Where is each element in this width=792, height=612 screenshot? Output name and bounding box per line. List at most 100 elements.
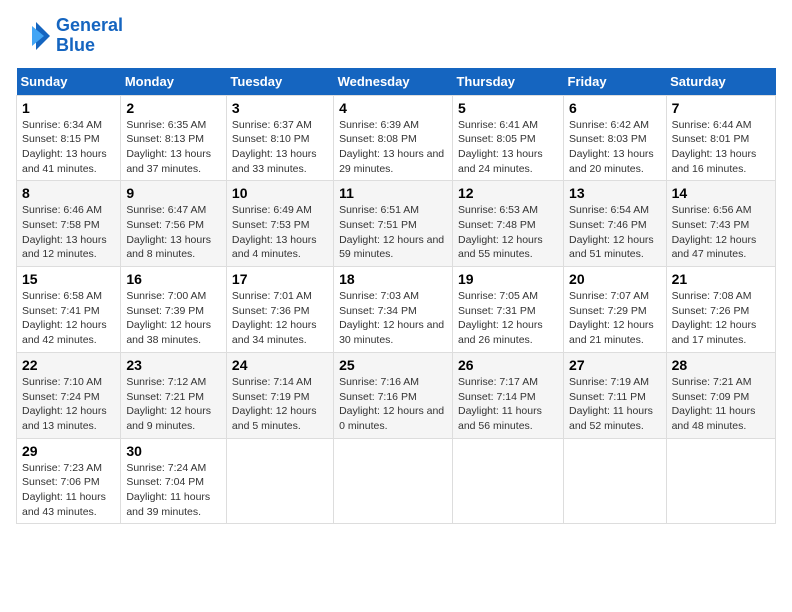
day-number: 15 — [22, 271, 115, 287]
day-info: Sunrise: 6:56 AMSunset: 7:43 PMDaylight:… — [672, 203, 770, 262]
day-info: Sunrise: 7:05 AMSunset: 7:31 PMDaylight:… — [458, 289, 558, 348]
day-cell: 12Sunrise: 6:53 AMSunset: 7:48 PMDayligh… — [452, 181, 563, 267]
day-cell: 20 Sunrise: 7:07 AMSunset: 7:29 PMDayligh… — [564, 267, 667, 353]
day-cell: 26 Sunrise: 7:17 AMSunset: 7:14 PMDayligh… — [452, 352, 563, 438]
day-info: Sunrise: 6:49 AMSunset: 7:53 PMDaylight:… — [232, 203, 328, 262]
day-info: Sunrise: 7:24 AMSunset: 7:04 PMDaylight:… — [126, 461, 221, 520]
day-info: Sunrise: 6:58 AMSunset: 7:41 PMDaylight:… — [22, 289, 115, 348]
day-number: 24 — [232, 357, 328, 373]
day-info: Sunrise: 7:10 AMSunset: 7:24 PMDaylight:… — [22, 375, 115, 434]
week-row-3: 15 Sunrise: 6:58 AMSunset: 7:41 PMDayligh… — [17, 267, 776, 353]
col-tuesday: Tuesday — [226, 68, 333, 96]
day-cell: 16Sunrise: 7:00 AMSunset: 7:39 PMDayligh… — [121, 267, 227, 353]
day-info: Sunrise: 6:39 AMSunset: 8:08 PMDaylight:… — [339, 118, 447, 177]
day-info: Sunrise: 7:07 AMSunset: 7:29 PMDaylight:… — [569, 289, 661, 348]
day-cell: 8Sunrise: 6:46 AMSunset: 7:58 PMDaylight… — [17, 181, 121, 267]
day-cell: 30 Sunrise: 7:24 AMSunset: 7:04 PMDayligh… — [121, 438, 227, 524]
logo-text: General Blue — [56, 16, 123, 56]
day-info: Sunrise: 6:41 AMSunset: 8:05 PMDaylight:… — [458, 118, 558, 177]
day-number: 25 — [339, 357, 447, 373]
day-number: 6 — [569, 100, 661, 116]
col-sunday: Sunday — [17, 68, 121, 96]
col-monday: Monday — [121, 68, 227, 96]
header: General Blue — [16, 16, 776, 56]
day-cell — [564, 438, 667, 524]
header-row: Sunday Monday Tuesday Wednesday Thursday… — [17, 68, 776, 96]
day-info: Sunrise: 7:17 AMSunset: 7:14 PMDaylight:… — [458, 375, 558, 434]
day-info: Sunrise: 6:37 AMSunset: 8:10 PMDaylight:… — [232, 118, 328, 177]
day-number: 30 — [126, 443, 221, 459]
day-number: 18 — [339, 271, 447, 287]
day-cell: 3 Sunrise: 6:37 AMSunset: 8:10 PMDaylight… — [226, 95, 333, 181]
day-cell — [666, 438, 775, 524]
day-number: 12 — [458, 185, 558, 201]
week-row-4: 22 Sunrise: 7:10 AMSunset: 7:24 PMDayligh… — [17, 352, 776, 438]
day-info: Sunrise: 6:47 AMSunset: 7:56 PMDaylight:… — [126, 203, 221, 262]
day-number: 10 — [232, 185, 328, 201]
day-number: 23 — [126, 357, 221, 373]
col-saturday: Saturday — [666, 68, 775, 96]
calendar-table: Sunday Monday Tuesday Wednesday Thursday… — [16, 68, 776, 525]
logo-icon — [16, 18, 52, 54]
day-number: 19 — [458, 271, 558, 287]
day-info: Sunrise: 7:01 AMSunset: 7:36 PMDaylight:… — [232, 289, 328, 348]
day-number: 9 — [126, 185, 221, 201]
day-info: Sunrise: 7:14 AMSunset: 7:19 PMDaylight:… — [232, 375, 328, 434]
day-info: Sunrise: 6:51 AMSunset: 7:51 PMDaylight:… — [339, 203, 447, 262]
day-number: 29 — [22, 443, 115, 459]
day-cell: 17 Sunrise: 7:01 AMSunset: 7:36 PMDayligh… — [226, 267, 333, 353]
day-cell: 28Sunrise: 7:21 AMSunset: 7:09 PMDayligh… — [666, 352, 775, 438]
day-cell: 24 Sunrise: 7:14 AMSunset: 7:19 PMDayligh… — [226, 352, 333, 438]
day-cell: 5 Sunrise: 6:41 AMSunset: 8:05 PMDaylight… — [452, 95, 563, 181]
day-info: Sunrise: 6:42 AMSunset: 8:03 PMDaylight:… — [569, 118, 661, 177]
day-cell: 13 Sunrise: 6:54 AMSunset: 7:46 PMDayligh… — [564, 181, 667, 267]
day-number: 28 — [672, 357, 770, 373]
day-number: 8 — [22, 185, 115, 201]
day-info: Sunrise: 7:08 AMSunset: 7:26 PMDaylight:… — [672, 289, 770, 348]
day-cell: 29 Sunrise: 7:23 AMSunset: 7:06 PMDayligh… — [17, 438, 121, 524]
day-number: 17 — [232, 271, 328, 287]
col-wednesday: Wednesday — [334, 68, 453, 96]
day-cell: 4 Sunrise: 6:39 AMSunset: 8:08 PMDaylight… — [334, 95, 453, 181]
day-cell — [334, 438, 453, 524]
day-number: 16 — [126, 271, 221, 287]
day-cell: 10 Sunrise: 6:49 AMSunset: 7:53 PMDayligh… — [226, 181, 333, 267]
day-number: 3 — [232, 100, 328, 116]
day-cell: 22 Sunrise: 7:10 AMSunset: 7:24 PMDayligh… — [17, 352, 121, 438]
day-number: 22 — [22, 357, 115, 373]
day-cell: 25 Sunrise: 7:16 AMSunset: 7:16 PMDayligh… — [334, 352, 453, 438]
day-number: 5 — [458, 100, 558, 116]
day-cell: 27Sunrise: 7:19 AMSunset: 7:11 PMDayligh… — [564, 352, 667, 438]
day-cell: 6 Sunrise: 6:42 AMSunset: 8:03 PMDaylight… — [564, 95, 667, 181]
col-friday: Friday — [564, 68, 667, 96]
day-cell: 11Sunrise: 6:51 AMSunset: 7:51 PMDayligh… — [334, 181, 453, 267]
day-info: Sunrise: 6:34 AMSunset: 8:15 PMDaylight:… — [22, 118, 115, 177]
day-info: Sunrise: 7:12 AMSunset: 7:21 PMDaylight:… — [126, 375, 221, 434]
day-cell: 23 Sunrise: 7:12 AMSunset: 7:21 PMDayligh… — [121, 352, 227, 438]
day-cell: 19 Sunrise: 7:05 AMSunset: 7:31 PMDayligh… — [452, 267, 563, 353]
day-number: 1 — [22, 100, 115, 116]
day-number: 20 — [569, 271, 661, 287]
day-cell — [226, 438, 333, 524]
day-cell: 2Sunrise: 6:35 AMSunset: 8:13 PMDaylight… — [121, 95, 227, 181]
day-number: 26 — [458, 357, 558, 373]
day-cell — [452, 438, 563, 524]
day-cell: 18 Sunrise: 7:03 AMSunset: 7:34 PMDayligh… — [334, 267, 453, 353]
day-info: Sunrise: 7:23 AMSunset: 7:06 PMDaylight:… — [22, 461, 115, 520]
day-cell: 21 Sunrise: 7:08 AMSunset: 7:26 PMDayligh… — [666, 267, 775, 353]
day-info: Sunrise: 6:44 AMSunset: 8:01 PMDaylight:… — [672, 118, 770, 177]
day-number: 13 — [569, 185, 661, 201]
week-row-5: 29 Sunrise: 7:23 AMSunset: 7:06 PMDayligh… — [17, 438, 776, 524]
day-number: 21 — [672, 271, 770, 287]
day-number: 4 — [339, 100, 447, 116]
day-cell: 9 Sunrise: 6:47 AMSunset: 7:56 PMDaylight… — [121, 181, 227, 267]
day-info: Sunrise: 7:19 AMSunset: 7:11 PMDaylight:… — [569, 375, 661, 434]
day-cell: 1 Sunrise: 6:34 AMSunset: 8:15 PMDaylight… — [17, 95, 121, 181]
day-info: Sunrise: 7:16 AMSunset: 7:16 PMDaylight:… — [339, 375, 447, 434]
day-number: 14 — [672, 185, 770, 201]
day-info: Sunrise: 6:54 AMSunset: 7:46 PMDaylight:… — [569, 203, 661, 262]
day-number: 7 — [672, 100, 770, 116]
logo: General Blue — [16, 16, 123, 56]
col-thursday: Thursday — [452, 68, 563, 96]
day-info: Sunrise: 7:03 AMSunset: 7:34 PMDaylight:… — [339, 289, 447, 348]
